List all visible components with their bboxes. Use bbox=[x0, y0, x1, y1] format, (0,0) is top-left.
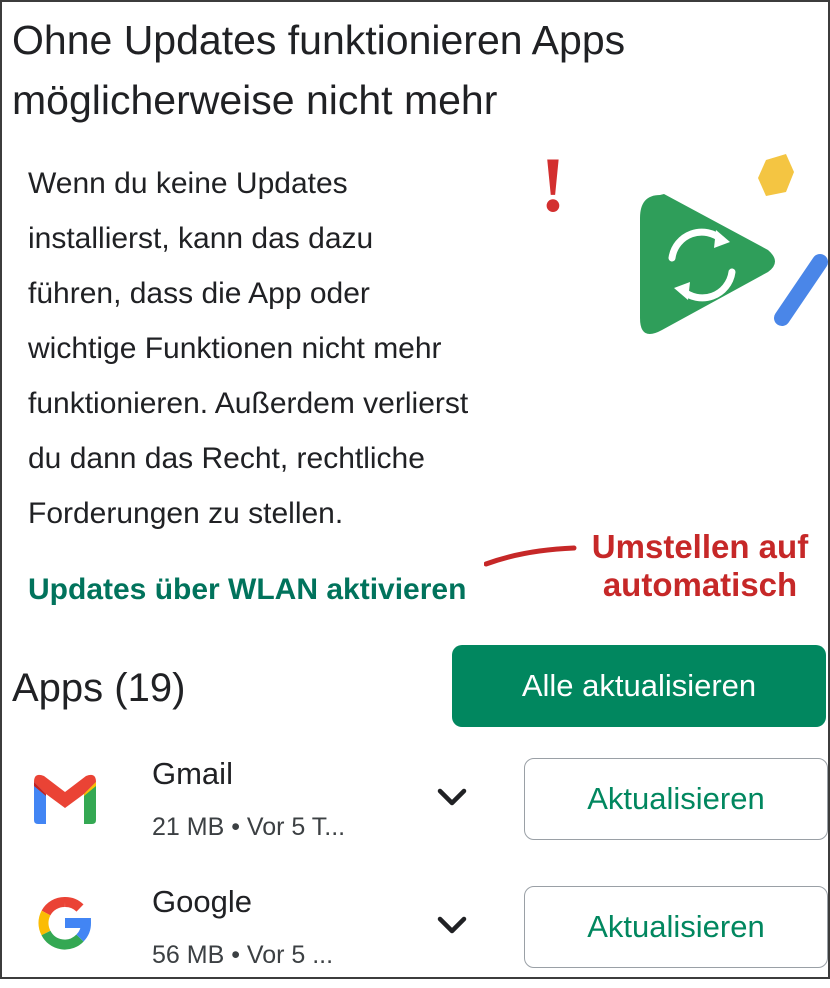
page-title: Ohne Updates funktionieren Apps mögliche… bbox=[12, 10, 812, 130]
notice-line: du dann das Recht, rechtliche bbox=[28, 442, 425, 475]
notice-line: Forderungen zu stellen. bbox=[28, 497, 344, 530]
update-gmail-button[interactable]: Aktualisieren bbox=[524, 758, 828, 840]
notice-line: wichtige Funktionen nicht mehr bbox=[28, 332, 442, 365]
yellow-hexagon-icon bbox=[758, 154, 794, 196]
blue-pill-icon bbox=[774, 254, 828, 326]
app-name: Google bbox=[152, 884, 252, 919]
notice-line: funktionieren. Außerdem verlierst bbox=[28, 387, 469, 420]
apps-section-title: Apps (19) bbox=[12, 666, 186, 710]
app-row-gmail: Gmail 21 MB • Vor 5 T... Aktualisieren bbox=[0, 740, 830, 860]
google-icon bbox=[22, 880, 108, 966]
update-google-button[interactable]: Aktualisieren bbox=[524, 886, 828, 968]
app-size-date: 56 MB • Vor 5 ... bbox=[152, 941, 334, 969]
title-line-1: Ohne Updates funktionieren Apps bbox=[12, 17, 626, 63]
play-triangle-icon bbox=[640, 194, 775, 334]
notice-text: Wenn du keine Updates installierst, kann… bbox=[28, 156, 598, 541]
app-name: Gmail bbox=[152, 756, 233, 791]
title-line-2: möglicherweise nicht mehr bbox=[12, 77, 498, 123]
annotation-text: Umstellen auf automatisch bbox=[570, 528, 830, 604]
app-size-date: 21 MB • Vor 5 T... bbox=[152, 813, 346, 841]
auto-update-illustration bbox=[640, 154, 828, 334]
notice-line: führen, dass die App oder bbox=[28, 277, 370, 310]
annotation-line-2: automatisch bbox=[602, 566, 798, 603]
notice-line: installierst, kann das dazu bbox=[28, 222, 374, 255]
chevron-down-icon[interactable] bbox=[434, 782, 470, 812]
annotation-arrow-line bbox=[484, 545, 577, 567]
gmail-icon bbox=[22, 752, 108, 838]
chevron-down-icon[interactable] bbox=[434, 910, 470, 940]
app-row-google: Google 56 MB • Vor 5 ... Aktualisieren bbox=[0, 868, 830, 988]
update-all-button[interactable]: Alle aktualisieren bbox=[452, 645, 826, 727]
enable-wlan-updates-link[interactable]: Updates über WLAN aktivieren bbox=[28, 568, 466, 612]
exclamation-mark-annotation: ! bbox=[540, 141, 566, 228]
annotation-line-1: Umstellen auf bbox=[591, 528, 809, 565]
notice-line: Wenn du keine Updates bbox=[28, 167, 348, 200]
